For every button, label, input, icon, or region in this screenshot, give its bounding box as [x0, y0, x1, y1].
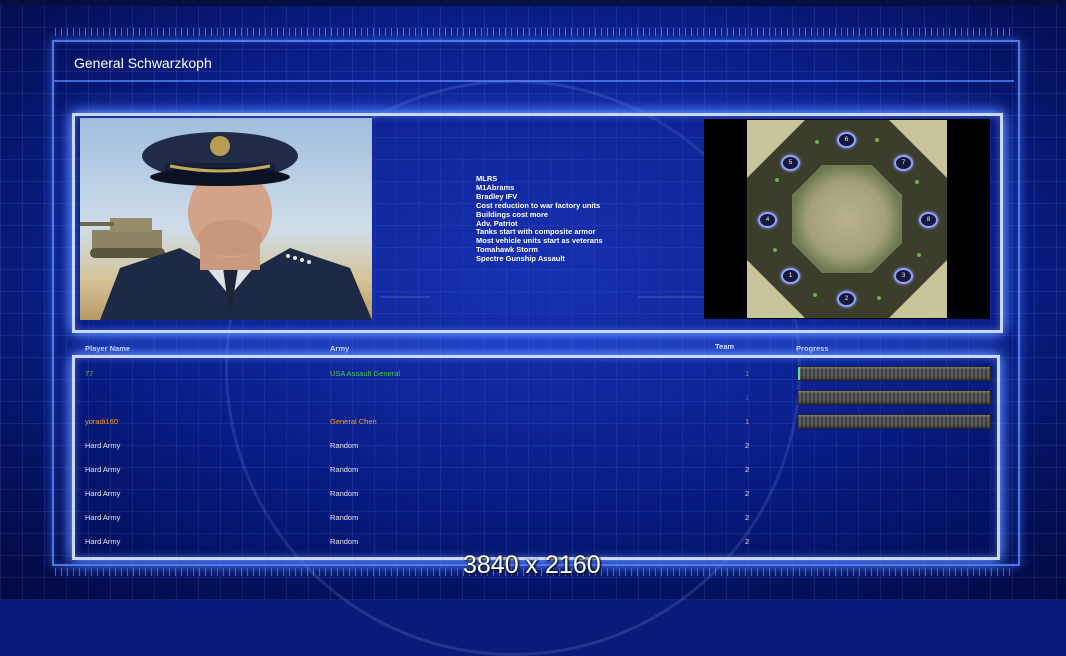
general-portrait: [80, 118, 372, 320]
player-name-cell[interactable]: Hard Army: [85, 513, 120, 522]
army-select[interactable]: USA Assault General: [330, 369, 400, 378]
resolution-label: 3840 x 2160: [463, 551, 601, 579]
map-start-slot-3[interactable]: 3: [894, 268, 913, 284]
army-select[interactable]: General Chen: [330, 417, 377, 426]
map-start-slot-2[interactable]: 2: [837, 291, 856, 307]
map-start-slot-6[interactable]: 6: [837, 132, 856, 148]
trait-item: Spectre Gunship Assault: [476, 254, 565, 264]
progress-bar-fill: [798, 367, 800, 380]
team-select[interactable]: 2: [745, 441, 749, 450]
player-name-cell[interactable]: yoradi160: [85, 417, 118, 426]
header-army: Army: [330, 344, 350, 353]
map-terrain: [747, 120, 947, 318]
top-strip: [0, 0, 1066, 6]
player-row[interactable]: 77 USA Assault General 1: [0, 361, 1066, 385]
player-name-cell[interactable]: Hard Army: [85, 537, 120, 546]
map-preview[interactable]: 6 5 7 4 8 1 3 2: [704, 119, 990, 319]
team-select[interactable]: 2: [745, 489, 749, 498]
player-name-cell[interactable]: Hard Army: [85, 441, 120, 450]
team-select[interactable]: 1: [745, 369, 749, 378]
progress-bar: [797, 366, 991, 381]
top-ruler: [55, 28, 1010, 36]
army-select[interactable]: Random: [330, 537, 358, 546]
team-select[interactable]: 2: [745, 465, 749, 474]
header-team: Team: [715, 342, 735, 351]
map-start-slot-5[interactable]: 5: [781, 155, 800, 171]
player-row[interactable]: 1: [0, 385, 1066, 409]
player-row[interactable]: Hard Army Random 2: [0, 481, 1066, 505]
map-start-slot-8[interactable]: 8: [919, 212, 938, 228]
player-row[interactable]: Hard Army Random 2: [0, 433, 1066, 457]
header-player-name: Player Name: [85, 344, 131, 353]
general-traits-list: MLRS M1Abrams Bradley IFV Cost reduction…: [476, 174, 603, 264]
team-select[interactable]: 1: [745, 393, 749, 402]
player-name-cell[interactable]: 77: [85, 369, 93, 378]
team-select[interactable]: 2: [745, 537, 749, 546]
map-preview-image: 6 5 7 4 8 1 3 2: [747, 120, 947, 318]
progress-bar: [797, 414, 991, 429]
army-select[interactable]: Random: [330, 489, 358, 498]
player-name-cell[interactable]: Hard Army: [85, 465, 120, 474]
army-select[interactable]: Random: [330, 441, 358, 450]
player-row[interactable]: yoradi160 General Chen 1: [0, 409, 1066, 433]
map-start-slot-4[interactable]: 4: [758, 212, 777, 228]
player-name-cell[interactable]: Hard Army: [85, 489, 120, 498]
progress-bar: [797, 390, 991, 405]
general-portrait-image: [80, 118, 372, 320]
header-progress: Progress: [796, 344, 829, 353]
team-select[interactable]: 1: [745, 417, 749, 426]
army-select[interactable]: Random: [330, 513, 358, 522]
player-row[interactable]: Hard Army Random 2: [0, 529, 1066, 553]
player-row[interactable]: Hard Army Random 2: [0, 457, 1066, 481]
army-select[interactable]: Random: [330, 465, 358, 474]
map-start-slot-1[interactable]: 1: [781, 268, 800, 284]
map-start-slot-7[interactable]: 7: [894, 155, 913, 171]
general-title: General Schwarzkoph: [74, 55, 212, 71]
team-select[interactable]: 2: [745, 513, 749, 522]
player-row[interactable]: Hard Army Random 2: [0, 505, 1066, 529]
